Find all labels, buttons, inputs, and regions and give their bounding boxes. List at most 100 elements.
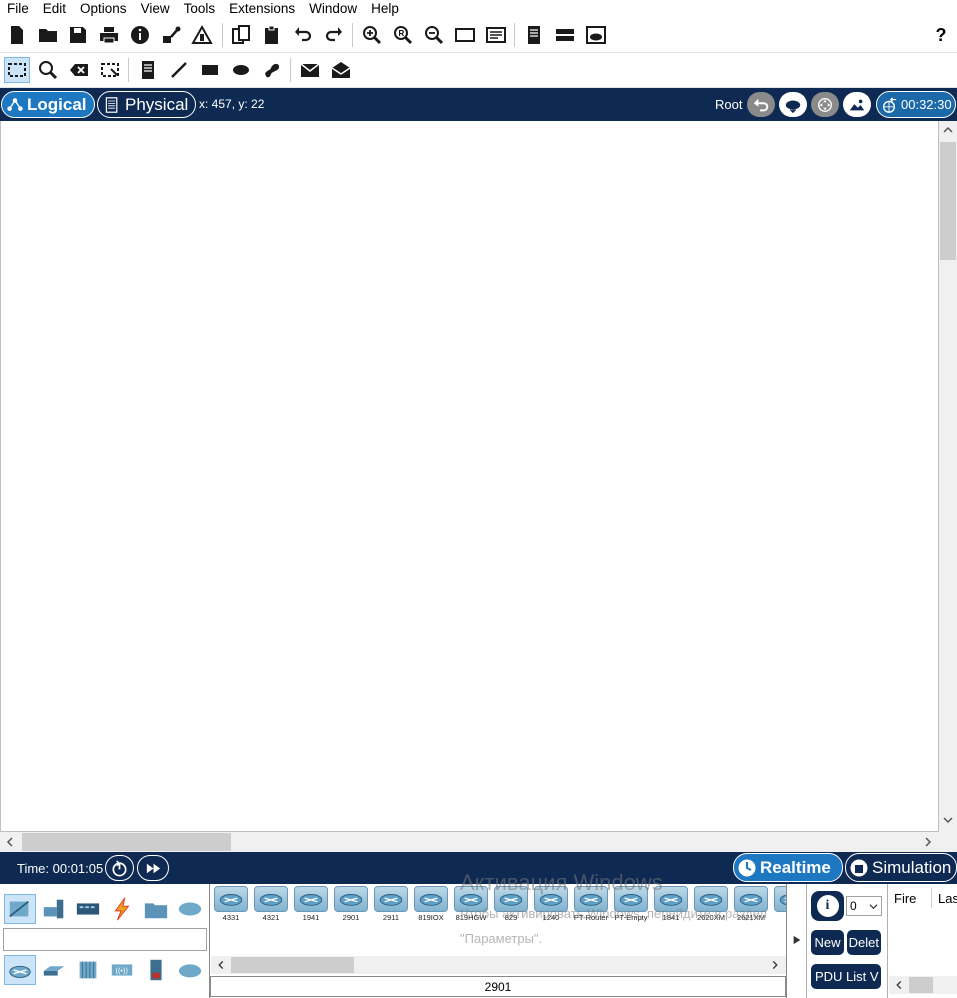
help-icon[interactable]: ? <box>928 22 954 48</box>
menu-bar: File Edit Options View Tools Extensions … <box>0 0 957 17</box>
new-file-icon[interactable] <box>4 22 30 48</box>
simulation-mode-button[interactable]: Simulation <box>845 853 957 882</box>
scroll-up-icon[interactable] <box>939 121 957 139</box>
panel-divider <box>806 884 807 998</box>
draw-rectangle-icon[interactable] <box>197 57 223 83</box>
logical-workspace-canvas[interactable] <box>0 121 939 832</box>
device-scroll-thumb[interactable] <box>231 957 354 973</box>
wireless-subcategory-icon[interactable]: ((•)) <box>106 955 138 985</box>
draw-line-icon[interactable] <box>166 57 192 83</box>
viewport-clock[interactable]: 00:32:30 <box>876 91 956 118</box>
pdu-table-scrollbar[interactable] <box>889 976 957 994</box>
device-search-input[interactable] <box>3 928 207 951</box>
add-complex-pdu-icon[interactable] <box>328 57 354 83</box>
add-simple-pdu-icon[interactable] <box>297 57 323 83</box>
zoom-in-icon[interactable] <box>359 22 385 48</box>
cloud-window-icon[interactable] <box>583 22 609 48</box>
vertical-scroll-thumb[interactable] <box>940 142 956 260</box>
network-devices-category-icon[interactable] <box>4 894 36 924</box>
undo-icon[interactable] <box>290 22 316 48</box>
device-item[interactable]: 2901 <box>333 886 369 922</box>
print-icon[interactable] <box>96 22 122 48</box>
menu-window[interactable]: Window <box>302 1 364 17</box>
menu-extensions[interactable]: Extensions <box>222 1 302 17</box>
custom-device-dialog-icon[interactable] <box>483 22 509 48</box>
scroll-down-icon[interactable] <box>939 811 957 829</box>
multiuser-category-icon[interactable] <box>174 894 206 924</box>
delete-icon[interactable] <box>66 57 92 83</box>
menu-options[interactable]: Options <box>73 1 134 17</box>
inspect-icon[interactable] <box>35 57 61 83</box>
router-icon <box>374 886 408 912</box>
activity-wizard-icon[interactable] <box>189 22 215 48</box>
activation-watermark-title: Активация Windows <box>460 870 663 895</box>
hubs-subcategory-icon[interactable] <box>72 955 104 985</box>
new-cluster-icon[interactable] <box>779 92 807 117</box>
scroll-right-icon[interactable] <box>919 833 937 851</box>
device-item[interactable]: 819IOX <box>413 886 449 922</box>
document-icon[interactable] <box>521 22 547 48</box>
device-scroll-right-icon[interactable] <box>767 957 783 973</box>
horizontal-scroll-thumb[interactable] <box>22 833 231 851</box>
device-item[interactable]: 1941 <box>293 886 329 922</box>
cluster-icon[interactable] <box>552 22 578 48</box>
physical-tab[interactable]: Physical <box>97 91 196 118</box>
routers-subcategory-icon[interactable] <box>4 955 36 985</box>
set-background-icon[interactable] <box>843 92 871 117</box>
scenario-select[interactable]: 0 <box>846 896 882 916</box>
fast-forward-button[interactable] <box>137 855 169 881</box>
menu-tools[interactable]: Tools <box>177 1 223 17</box>
pdu-scroll-thumb[interactable] <box>909 977 933 993</box>
device-item[interactable]: 4331 <box>213 886 249 922</box>
delete-scenario-button[interactable]: Delet <box>847 930 881 955</box>
switches-subcategory-icon[interactable] <box>38 955 70 985</box>
network-info-icon[interactable] <box>158 22 184 48</box>
pdu-info-icon: i <box>816 895 839 917</box>
column-divider <box>931 888 932 908</box>
scroll-left-icon[interactable] <box>1 833 19 851</box>
menu-edit[interactable]: Edit <box>36 1 73 17</box>
resize-shape-icon[interactable] <box>97 57 123 83</box>
activation-watermark-text: Чтобы активировать Windows, перейдите в … <box>460 906 767 921</box>
select-icon[interactable] <box>4 57 30 83</box>
activation-watermark-text-2: "Параметры". <box>460 931 543 946</box>
zoom-out-icon[interactable] <box>421 22 447 48</box>
realtime-mode-button[interactable]: Realtime <box>733 853 843 882</box>
menu-help[interactable]: Help <box>364 1 406 17</box>
miscellaneous-category-icon[interactable] <box>140 894 172 924</box>
scenario-select-value: 0 <box>850 899 857 913</box>
device-scroll-left-icon[interactable] <box>213 957 229 973</box>
save-icon[interactable] <box>65 22 91 48</box>
connections-category-icon[interactable] <box>106 894 138 924</box>
device-item-label: 819IOX <box>418 913 444 922</box>
pdu-info-button[interactable]: i <box>811 891 844 921</box>
zoom-reset-icon[interactable]: R <box>390 22 416 48</box>
pdu-list-window-button[interactable]: PDU List V <box>811 964 881 989</box>
logical-tab[interactable]: Logical <box>1 91 95 118</box>
move-object-icon[interactable] <box>811 92 839 117</box>
expand-arrow-icon[interactable] <box>792 934 802 946</box>
drawing-palette-icon[interactable] <box>452 22 478 48</box>
components-category-icon[interactable] <box>72 894 104 924</box>
menu-file[interactable]: File <box>0 1 36 17</box>
open-folder-icon[interactable] <box>35 22 61 48</box>
menu-view[interactable]: View <box>134 1 177 17</box>
device-item[interactable]: 4321 <box>253 886 289 922</box>
paste-icon[interactable] <box>259 22 285 48</box>
physical-rack-icon <box>105 96 118 113</box>
device-list-scrollbar[interactable] <box>211 956 786 974</box>
new-scenario-button[interactable]: New <box>811 930 844 955</box>
back-icon[interactable] <box>747 92 775 117</box>
draw-ellipse-icon[interactable] <box>228 57 254 83</box>
copy-icon[interactable] <box>228 22 254 48</box>
wan-emulation-subcategory-icon[interactable] <box>174 955 206 985</box>
pdu-scroll-left-icon[interactable] <box>891 977 907 993</box>
security-subcategory-icon[interactable] <box>140 955 172 985</box>
power-cycle-button[interactable] <box>105 855 134 881</box>
redo-icon[interactable] <box>321 22 347 48</box>
place-note-icon[interactable] <box>135 57 161 83</box>
end-devices-category-icon[interactable] <box>38 894 70 924</box>
device-item[interactable]: 2911 <box>373 886 409 922</box>
freeform-icon[interactable] <box>259 57 285 83</box>
info-icon[interactable] <box>127 22 153 48</box>
